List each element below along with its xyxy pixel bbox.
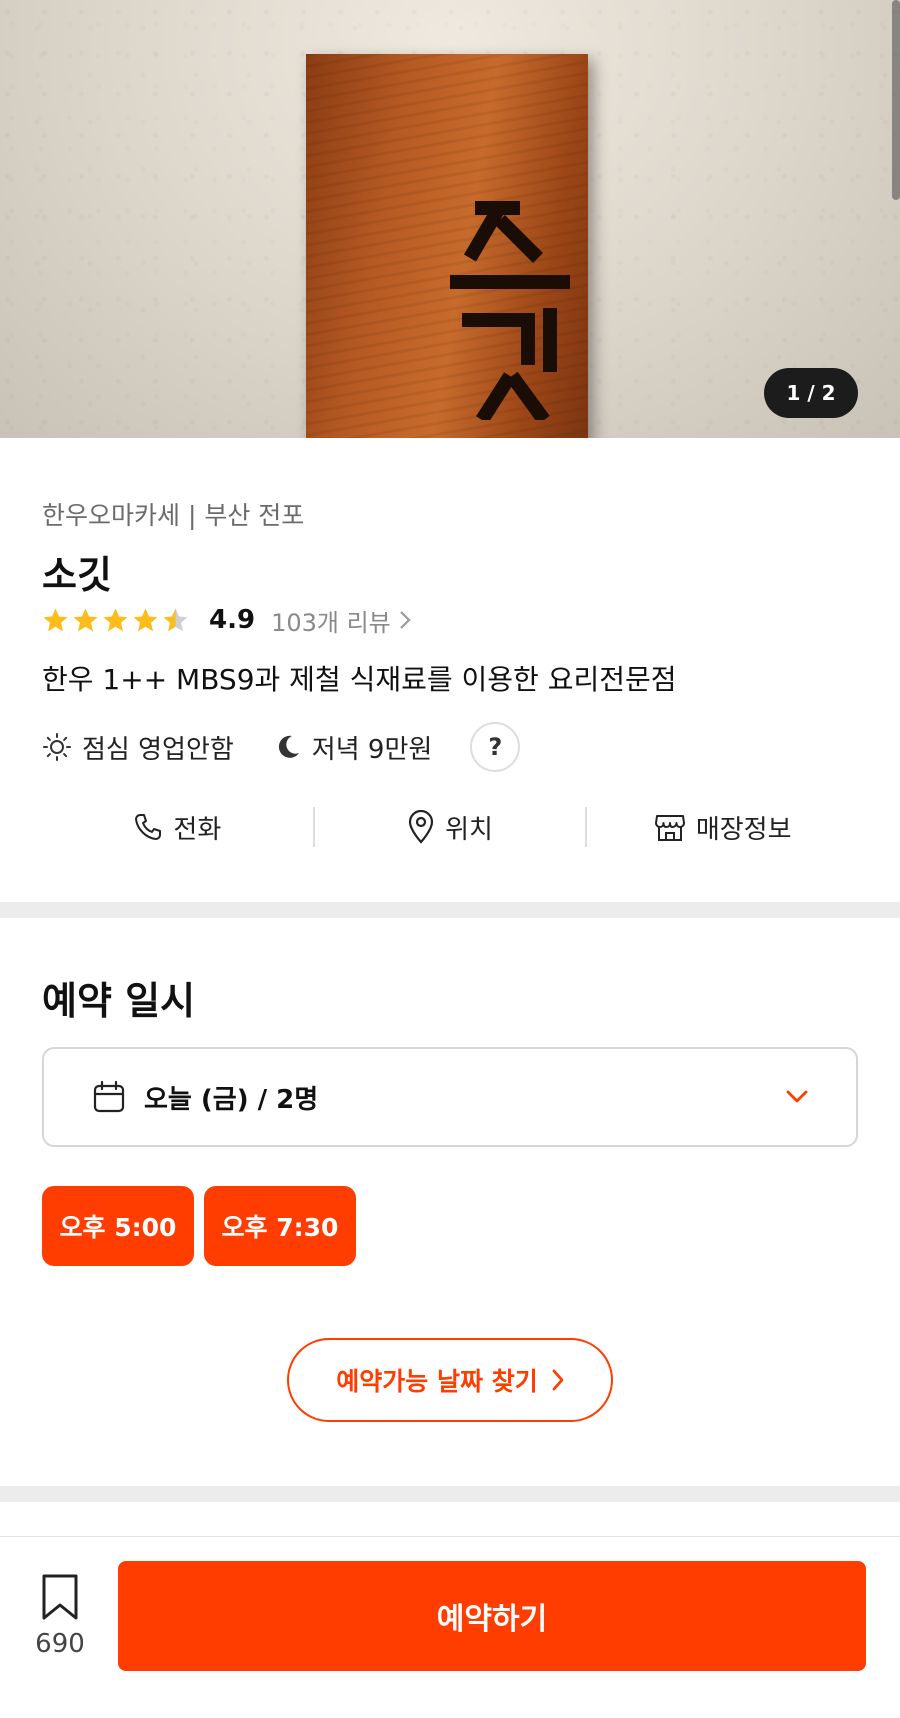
find-dates-label: 예약가능 날짜 찾기 [336, 1367, 538, 1396]
review-link-label: 103개 리뷰 [271, 608, 391, 637]
rating-stars [42, 607, 189, 634]
moon-icon [278, 735, 299, 758]
call-button[interactable]: 전화 [42, 809, 313, 846]
restaurant-name: 소깃 [42, 553, 112, 597]
dinner-price: 저녁 9만원 [274, 729, 433, 766]
bookmark-count: 690 [35, 1629, 85, 1659]
rating-row: 4.9 103개 리뷰 [42, 600, 411, 640]
bookmark-button[interactable]: 690 [28, 1573, 92, 1659]
call-label: 전화 [173, 814, 222, 845]
dinner-label: 저녁 9만원 [311, 734, 433, 765]
lunch-hours: 점심 영업안함 [42, 729, 234, 766]
store-info-button[interactable]: 매장정보 [587, 809, 858, 846]
location-pin-icon [408, 810, 434, 844]
hero-image[interactable]: 1 / 2 [0, 0, 900, 438]
time-slot-button[interactable]: 오후 5:00 [42, 1186, 194, 1266]
date-party-select[interactable]: 오늘 (금) / 2명 [42, 1047, 858, 1147]
find-available-dates-button[interactable]: 예약가능 날짜 찾기 [287, 1338, 613, 1422]
section-separator [0, 902, 900, 918]
star-icon [163, 608, 188, 631]
reserve-button[interactable]: 예약하기 [118, 1561, 866, 1671]
restaurant-category: 한우오마카세 | 부산 전포 [42, 501, 305, 530]
rating-value: 4.9 [209, 605, 256, 635]
time-slot-button[interactable]: 오후 7:30 [204, 1186, 356, 1266]
star-icon [73, 608, 98, 631]
bottom-action-bar: 690 예약하기 [0, 1536, 900, 1718]
chevron-right-icon [552, 1369, 564, 1391]
restaurant-description: 한우 1++ MBS9과 제철 식재료를 이용한 요리전문점 [42, 663, 677, 696]
star-icon [103, 608, 128, 631]
sign-lettering [450, 201, 570, 420]
scrollbar[interactable] [892, 0, 900, 200]
action-row: 전화 위치 매장정보 [42, 800, 858, 854]
reservation-title: 예약 일시 [42, 979, 196, 1023]
calendar-icon [93, 1080, 125, 1113]
location-label: 위치 [445, 814, 493, 845]
phone-icon [135, 814, 162, 840]
hours-row: 점심 영업안함 저녁 9만원 ? [42, 722, 521, 772]
date-party-value: 오늘 (금) / 2명 [144, 1084, 319, 1115]
star-icon [43, 608, 68, 631]
price-help-button[interactable]: ? [470, 722, 521, 772]
section-separator [0, 1486, 900, 1502]
image-pager: 1 / 2 [764, 368, 858, 418]
chevron-right-icon [399, 611, 411, 629]
location-button[interactable]: 위치 [315, 809, 586, 846]
sun-icon [43, 733, 71, 761]
lunch-label: 점심 영업안함 [82, 734, 234, 765]
time-slots: 오후 5:00 오후 7:30 [42, 1186, 356, 1266]
star-icon [133, 608, 158, 631]
review-link[interactable]: 103개 리뷰 [271, 603, 411, 638]
store-info-label: 매장정보 [695, 814, 792, 845]
chevron-down-icon [786, 1090, 808, 1103]
store-icon [654, 815, 685, 841]
bookmark-icon [42, 1574, 78, 1620]
